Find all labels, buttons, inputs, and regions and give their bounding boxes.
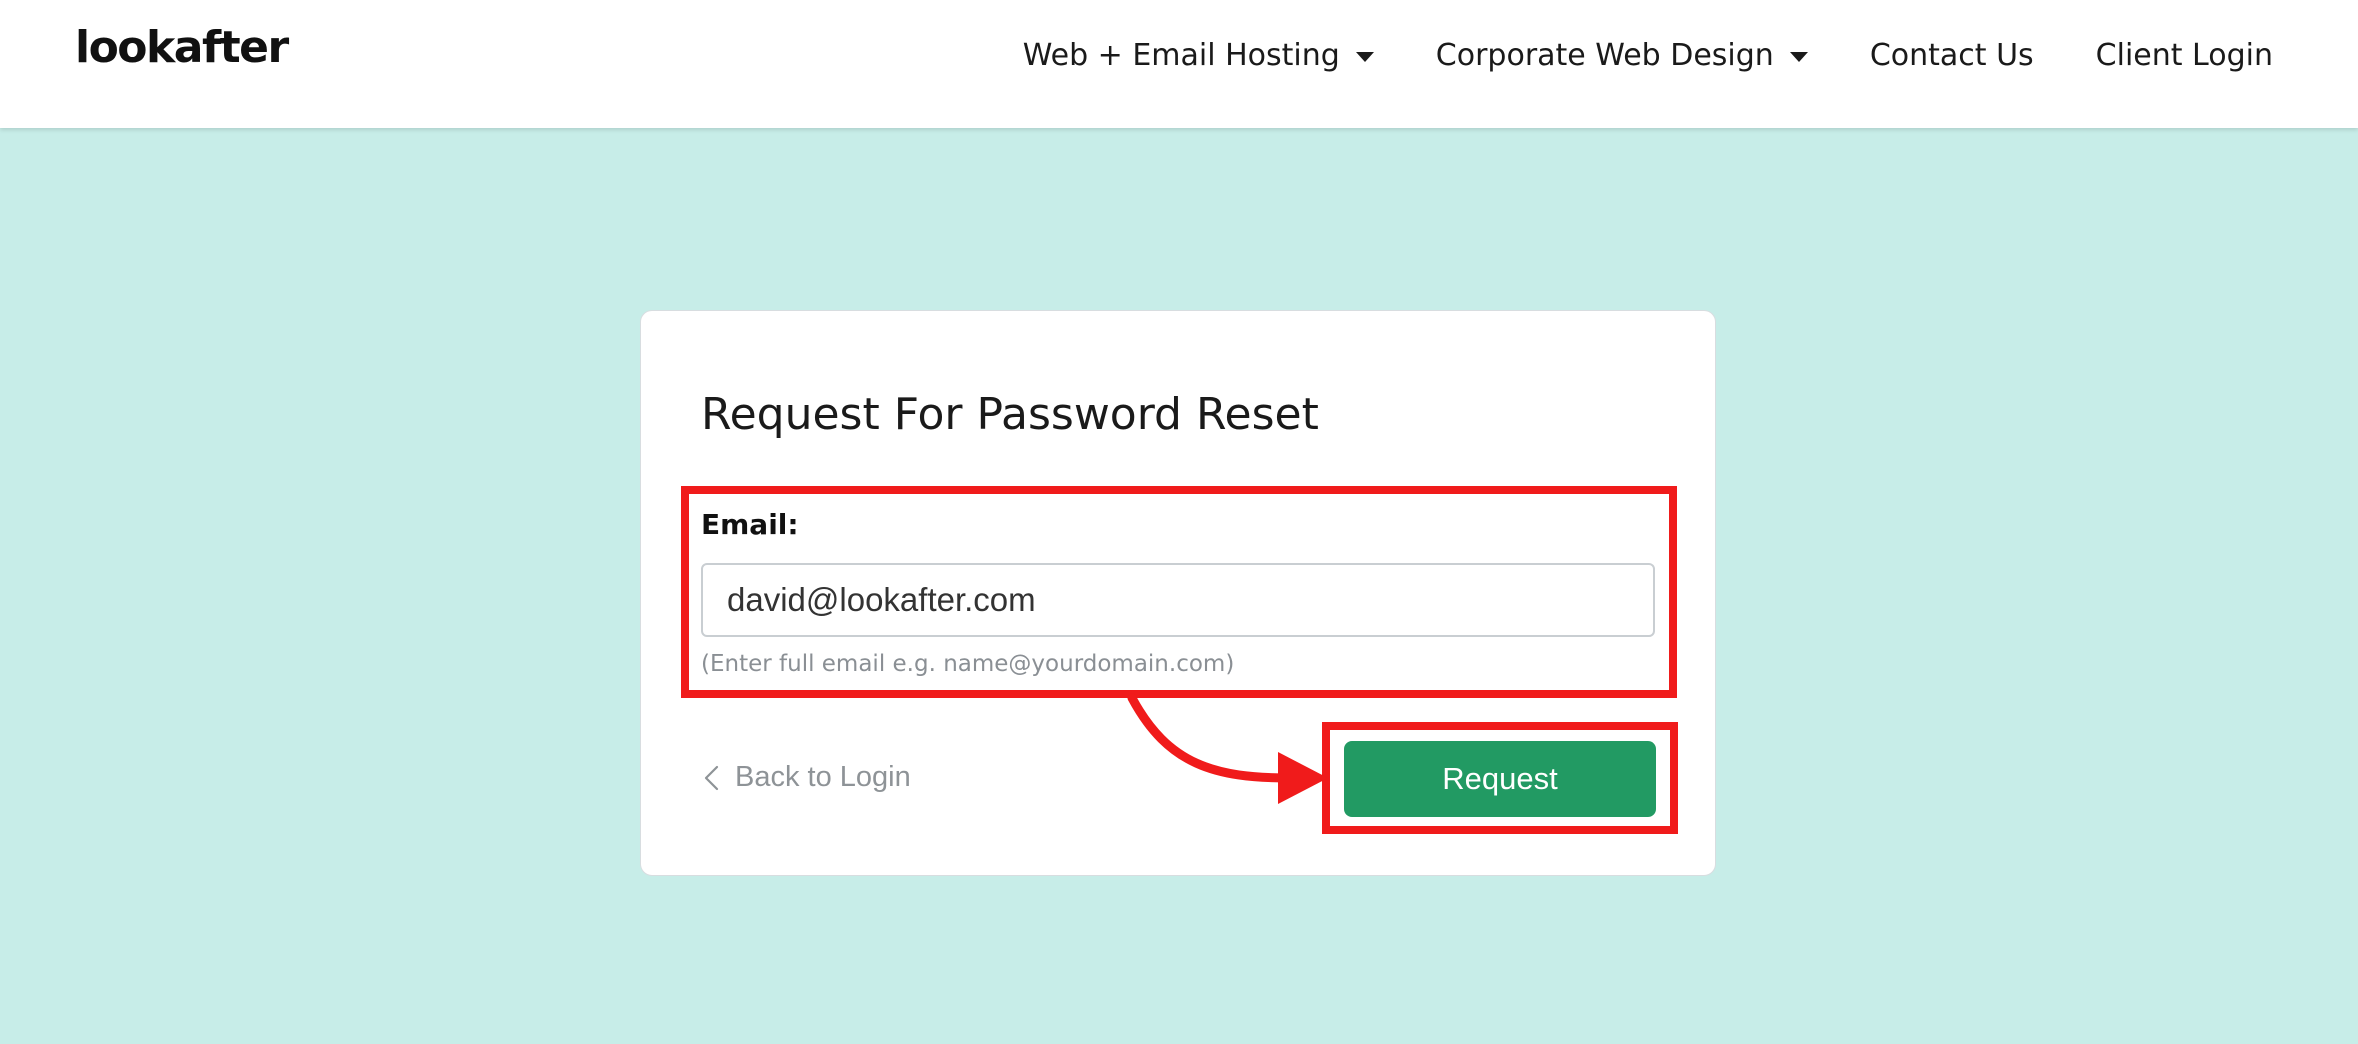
nav-label: Client Login (2095, 38, 2273, 73)
main-nav: Web + Email Hosting Corporate Web Design… (1023, 38, 2273, 73)
nav-client-login[interactable]: Client Login (2096, 38, 2273, 73)
nav-label: Contact Us (1869, 38, 2034, 73)
nav-corporate-web-design[interactable]: Corporate Web Design (1436, 38, 1808, 73)
email-label: Email: (701, 508, 799, 541)
nav-label: Corporate Web Design (1435, 38, 1774, 73)
chevron-left-icon (704, 765, 719, 790)
request-button[interactable]: Request (1344, 741, 1656, 817)
back-link-label: Back to Login (735, 761, 911, 793)
email-input[interactable] (701, 563, 1655, 637)
email-help-text: (Enter full email e.g. name@yourdomain.c… (701, 651, 1235, 677)
password-reset-card: Request For Password Reset Email: (Enter… (640, 310, 1716, 876)
site-header: lookafter Web + Email Hosting Corporate … (0, 0, 2358, 128)
nav-contact-us[interactable]: Contact Us (1870, 38, 2034, 73)
back-to-login-link[interactable]: Back to Login (701, 761, 911, 794)
caret-down-icon (1789, 51, 1808, 62)
nav-web-email-hosting[interactable]: Web + Email Hosting (1023, 38, 1374, 73)
caret-down-icon (1355, 51, 1374, 62)
page-title: Request For Password Reset (701, 389, 1319, 440)
logo[interactable]: lookafter (75, 26, 289, 70)
nav-label: Web + Email Hosting (1022, 38, 1340, 73)
